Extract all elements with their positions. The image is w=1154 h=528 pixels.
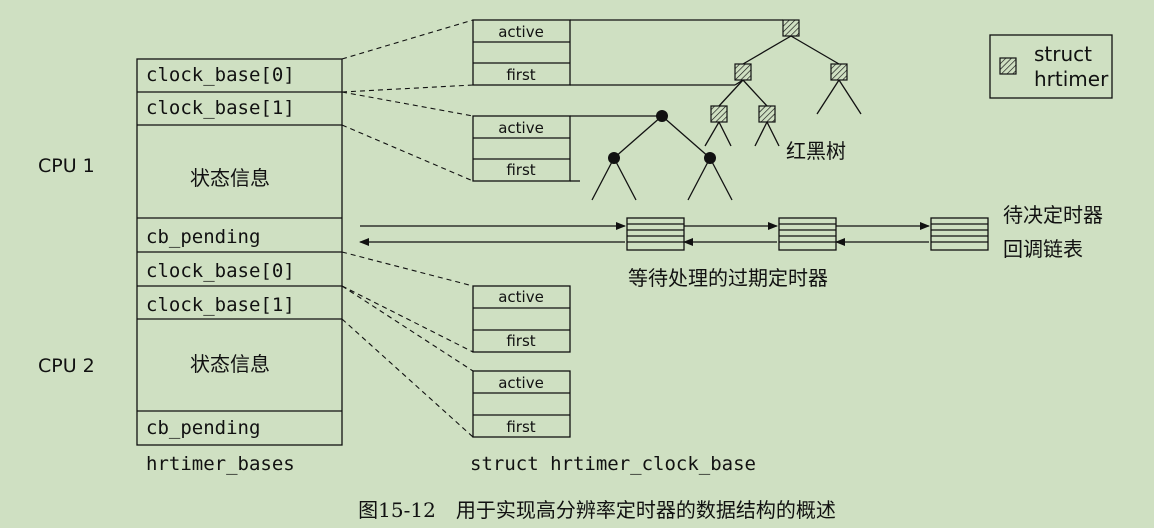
cpu2-label: CPU 2	[38, 355, 95, 377]
clock-base-struct-label: struct hrtimer_clock_base	[470, 453, 756, 475]
active-label: active	[498, 374, 544, 392]
first-label: first	[506, 161, 535, 179]
hrtimer-node	[830, 63, 848, 81]
hrtimer-legend-swatch	[999, 57, 1017, 75]
pending-list	[359, 217, 989, 251]
cpu2-clock-base-0: clock_base[0]	[146, 260, 295, 282]
cpu1-clock-base-0: clock_base[0]	[146, 64, 295, 86]
pending-timer-node	[930, 217, 989, 251]
hrtimer-bases-label: hrtimer_bases	[146, 453, 295, 475]
active-label: active	[498, 23, 544, 41]
legend-line-1: struct	[1034, 42, 1092, 66]
hrtimer-node	[734, 63, 752, 81]
active-label: active	[498, 119, 544, 137]
tree-node	[608, 152, 620, 164]
first-label: first	[506, 418, 535, 436]
cpu1-cb-pending: cb_pending	[146, 226, 260, 248]
pending-timer-node	[626, 217, 685, 251]
cpu2-cb-pending: cb_pending	[146, 417, 260, 439]
tree-node	[704, 152, 716, 164]
cpu1-label: CPU 1	[38, 155, 95, 177]
clock-base-box-1: active first	[472, 19, 571, 86]
cpu2-clock-base-1: clock_base[1]	[146, 294, 295, 316]
clock-base-box-2: active first	[472, 115, 571, 182]
legend-line-2: hrtimer	[1034, 67, 1109, 91]
hrtimer-bases-column: clock_base[0] clock_base[1] 状态信息 cb_pend…	[136, 58, 343, 446]
rbtree-dots	[570, 110, 733, 201]
cpu1-state-info: 状态信息	[190, 166, 270, 190]
legend: struct hrtimer	[989, 34, 1113, 99]
dashed-connectors	[341, 19, 474, 438]
callback-list-label-1: 待决定时器	[1003, 203, 1103, 227]
tree-node	[656, 110, 668, 122]
hrtimer-rbtree	[570, 19, 862, 147]
clock-base-box-3: active first	[472, 285, 571, 353]
hrtimer-node	[710, 105, 728, 123]
hrtimer-node	[758, 105, 776, 123]
figure-caption: 图15-12 用于实现高分辨率定时器的数据结构的概述	[358, 498, 836, 522]
first-label: first	[506, 66, 535, 84]
cpu1-clock-base-1: clock_base[1]	[146, 97, 295, 119]
rbtree-label: 红黑树	[786, 139, 846, 163]
callback-list-label-2: 回调链表	[1003, 237, 1083, 261]
pending-expired-label: 等待处理的过期定时器	[628, 266, 828, 290]
clock-base-box-4: active first	[472, 370, 571, 438]
pending-timer-node	[778, 217, 837, 251]
cpu2-state-info: 状态信息	[190, 352, 270, 376]
hrtimer-diagram: CPU 1 CPU 2 clock_base[0] clock_base[1] …	[38, 19, 1113, 522]
first-label: first	[506, 332, 535, 350]
active-label: active	[498, 288, 544, 306]
hrtimer-node	[782, 19, 800, 37]
